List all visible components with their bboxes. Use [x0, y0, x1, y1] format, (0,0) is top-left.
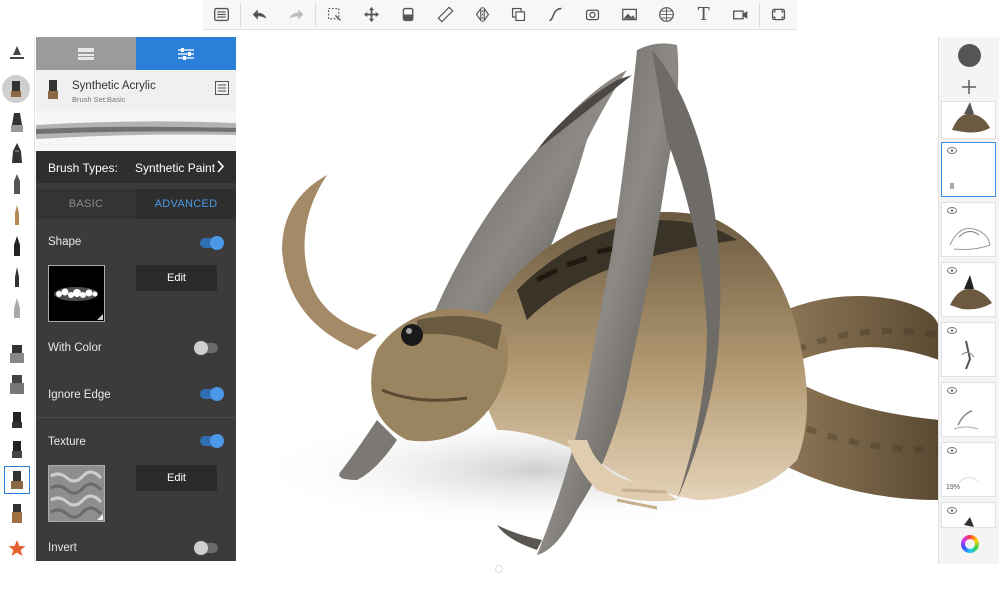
with-color-label: With Color — [48, 342, 102, 354]
fine-brush-icon[interactable] — [4, 263, 30, 291]
stroke-icon[interactable] — [500, 0, 537, 29]
brush-tool-column — [0, 37, 35, 564]
layer-thumbnail[interactable] — [941, 322, 996, 377]
layer-thumbnail[interactable] — [941, 502, 996, 528]
main-toolbar: T — [203, 0, 797, 30]
eye-icon[interactable] — [947, 267, 957, 274]
brush-stroke-preview — [36, 111, 236, 151]
text-tool-icon[interactable]: T — [685, 0, 722, 29]
plus-icon[interactable] — [961, 79, 977, 100]
airbrush-icon[interactable] — [4, 170, 30, 198]
soft-brush-icon[interactable] — [4, 294, 30, 322]
texture-label: Texture — [48, 436, 86, 448]
wide-brush-icon[interactable] — [4, 339, 30, 367]
ink-brush-icon[interactable] — [4, 232, 30, 260]
texture-toggle[interactable] — [200, 434, 224, 448]
text-tool-glyph: T — [697, 4, 710, 25]
dragon-artwork — [247, 43, 940, 555]
sliders-icon — [178, 47, 194, 60]
eye-icon[interactable] — [947, 387, 957, 394]
eye-icon[interactable] — [947, 147, 957, 154]
layer-thumbnail[interactable] — [941, 202, 996, 257]
layer-opacity: 19% — [946, 484, 961, 491]
brush-settings-tab[interactable] — [136, 37, 236, 70]
ignore-edge-label: Ignore Edge — [48, 389, 111, 401]
layer-thumbnail[interactable] — [941, 382, 996, 437]
brush-properties-panel: Synthetic Acrylic Brush Set:Basic Brush … — [36, 37, 236, 561]
with-color-toggle[interactable] — [194, 341, 218, 355]
texture-brush-icon[interactable] — [4, 370, 30, 398]
brush-types-label: Brush Types: — [48, 161, 118, 175]
pencil-brush-icon[interactable] — [4, 109, 30, 137]
eye-icon[interactable] — [947, 207, 957, 214]
brush-header: Synthetic Acrylic Brush Set:Basic — [36, 70, 236, 111]
texture-edit-button[interactable]: Edit — [136, 465, 217, 491]
ignore-edge-toggle[interactable] — [200, 387, 224, 401]
symmetry-icon[interactable] — [464, 0, 501, 29]
fill-icon[interactable] — [390, 0, 427, 29]
perspective-guide-icon[interactable] — [4, 41, 30, 69]
eye-icon[interactable] — [947, 447, 957, 454]
brush-list-icon[interactable] — [215, 81, 229, 100]
brush-types-row[interactable]: Brush Types: Synthetic Paint — [36, 151, 236, 183]
shape-toggle[interactable] — [200, 236, 224, 250]
image-icon[interactable] — [611, 0, 648, 29]
paint-brush-icon[interactable] — [4, 405, 30, 433]
acrylic-brush-icon — [48, 80, 58, 99]
chevron-right-icon — [217, 160, 225, 173]
brush-library-tab[interactable] — [36, 37, 136, 70]
eye-icon[interactable] — [947, 327, 957, 334]
canvas-center-indicator — [495, 565, 503, 573]
fullscreen-icon[interactable] — [760, 0, 797, 29]
brush-name: Synthetic Acrylic — [72, 80, 156, 92]
synthetic-acrylic-brush-icon[interactable] — [4, 466, 30, 494]
panel-tabs — [36, 37, 236, 70]
brush-types-value: Synthetic Paint — [135, 161, 216, 175]
layer-thumbnail-selected[interactable] — [941, 142, 996, 197]
layer-thumbnail[interactable] — [941, 262, 996, 317]
layer-thumbnail[interactable]: 19% — [941, 442, 996, 497]
record-icon[interactable] — [722, 0, 759, 29]
layer-panel: 19% — [938, 37, 999, 564]
transform-icon[interactable] — [353, 0, 390, 29]
color-wheel-icon[interactable] — [961, 535, 979, 553]
favorites-star-icon[interactable] — [4, 534, 30, 562]
pen-brush-icon[interactable] — [4, 201, 30, 229]
undo-icon[interactable] — [241, 0, 278, 29]
mode-tabs: BASIC ADVANCED — [36, 189, 236, 219]
texture-thumbnail[interactable] — [48, 465, 105, 522]
shape-label: Shape — [48, 236, 82, 248]
flat-brush-icon[interactable] — [4, 499, 30, 527]
layer-editor-icon[interactable] — [203, 0, 240, 29]
brush-puck-icon[interactable] — [2, 75, 30, 103]
tab-basic[interactable]: BASIC — [36, 189, 136, 219]
grid-icon[interactable] — [648, 0, 685, 29]
color-puck[interactable] — [958, 44, 981, 67]
layer-thumbnail[interactable] — [941, 101, 996, 139]
brush-set: Brush Set:Basic — [72, 95, 126, 104]
brush-library-icon — [78, 47, 94, 60]
invert-label: Invert — [48, 542, 77, 554]
marker-brush-icon[interactable] — [4, 139, 30, 167]
tab-advanced[interactable]: ADVANCED — [136, 189, 236, 219]
eye-icon[interactable] — [947, 507, 957, 514]
section-divider — [36, 417, 236, 418]
ruler-icon[interactable] — [427, 0, 464, 29]
drawing-canvas[interactable] — [237, 30, 940, 564]
selection-icon[interactable] — [316, 0, 353, 29]
shape-thumbnail[interactable] — [48, 265, 105, 322]
redo-icon[interactable] — [278, 0, 315, 29]
oil-brush-icon[interactable] — [4, 435, 30, 463]
invert-toggle[interactable] — [194, 541, 218, 555]
shape-edit-button[interactable]: Edit — [136, 265, 217, 291]
perspective-icon[interactable] — [574, 0, 611, 29]
curve-icon[interactable] — [537, 0, 574, 29]
